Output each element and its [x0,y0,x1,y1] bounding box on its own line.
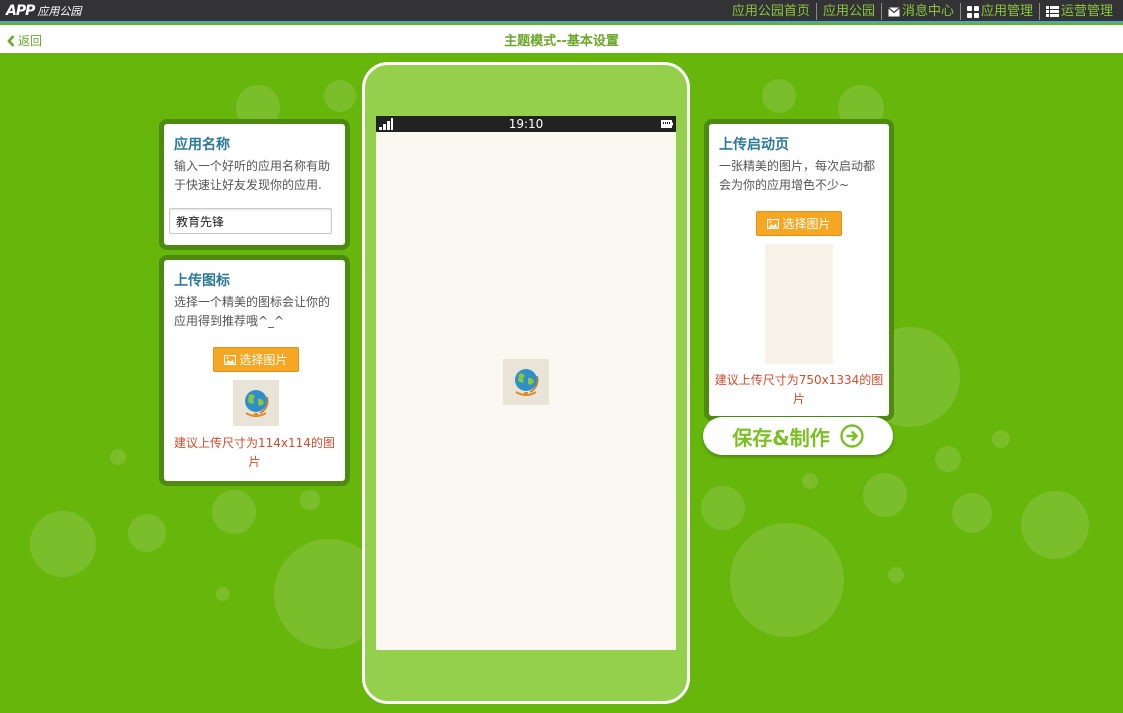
nav-label: 消息中心 [901,4,954,19]
phone-time: 19:10 [508,117,544,131]
top-bar: APP 应用公园 应用公园首页 应用公园 消息中心 应用管理 运营管理 [0,0,1123,23]
app-name-title: 应用名称 [174,137,230,153]
background-bubble [935,446,961,472]
icon-upload-card: 上传图标 选择一个精美的图标会让你的应用得到推荐哦^_^ 选择图片 建议上传尺寸… [159,255,350,486]
nav-message-center[interactable]: 消息中心 [882,3,960,20]
nav-operations-management[interactable]: 运营管理 [1040,3,1119,20]
background-bubble [30,511,96,577]
select-icon-image-label: 选择图片 [239,353,288,367]
icon-upload-title: 上传图标 [174,273,230,289]
app-name-description: 输入一个好听的应用名称有助于快速让好友发现你的应用. [174,159,331,192]
nav-label: 运营管理 [1060,4,1113,19]
phone-status-bar: 19:10 [376,116,676,132]
save-and-build-button[interactable]: 保存&制作 [703,417,893,455]
select-splash-image-label: 选择图片 [782,217,831,231]
sub-header: 返回 主题模式--基本设置 [0,25,1123,53]
nav-app-park-home[interactable]: 应用公园首页 [726,3,816,20]
background-bubble [992,430,1010,448]
background-bubble [952,493,992,533]
nav-app-park[interactable]: 应用公园 [817,3,881,20]
list-icon [1045,6,1059,17]
background-bubble [762,79,796,113]
background-bubble [1021,491,1089,559]
arrow-right-circle-icon [840,424,864,448]
globe-icon [515,369,539,396]
phone-preview: 19:10 [362,62,690,704]
splash-size-hint: 建议上传尺寸为750x1334的图片 [714,373,884,406]
phone-app-icon [503,359,549,405]
envelope-icon [888,6,900,16]
phone-screen: 19:10 [376,116,676,650]
app-icon-preview [233,380,279,426]
background-bubble [730,523,844,637]
image-icon [767,218,780,229]
logo[interactable]: APP 应用公园 [6,2,81,20]
save-and-build-label: 保存&制作 [732,425,830,450]
app-name-card: 应用名称 输入一个好听的应用名称有助于快速让好友发现你的应用. [159,119,350,250]
image-icon [224,354,237,365]
background-bubble [110,449,126,465]
background-bubble [802,473,818,489]
background-bubble [324,80,356,112]
icon-upload-description: 选择一个精美的图标会让你的应用得到推荐哦^_^ [174,295,331,328]
select-icon-image-button[interactable]: 选择图片 [213,347,299,372]
logo-mark: APP [6,3,35,19]
battery-icon [661,120,673,128]
grid-icon [966,5,979,18]
nav-label: 应用公园 [822,4,875,19]
nav-app-management[interactable]: 应用管理 [961,3,1039,20]
background-bubble [888,567,904,583]
globe-icon [245,390,269,417]
background-bubble [216,587,230,601]
select-splash-image-button[interactable]: 选择图片 [756,211,842,236]
background-bubble [300,490,320,510]
icon-size-hint: 建议上传尺寸为114x114的图片 [174,436,335,469]
page-title: 主题模式--基本设置 [504,34,619,49]
logo-text: 应用公园 [37,5,82,18]
splash-upload-title: 上传启动页 [719,137,789,153]
background-bubble [212,490,256,534]
editor-stage: 应用名称 输入一个好听的应用名称有助于快速让好友发现你的应用. 上传图标 选择一… [0,53,1123,713]
splash-preview [765,244,833,364]
splash-upload-description: 一张精美的图片，每次启动都会为你的应用增色不少~ [719,159,876,192]
app-name-input[interactable] [169,208,332,234]
background-bubble [128,514,166,552]
top-nav: 应用公园首页 应用公园 消息中心 应用管理 运营管理 [726,3,1119,20]
nav-label: 应用公园首页 [731,4,810,19]
background-bubble [701,486,745,530]
nav-label: 应用管理 [980,4,1033,19]
background-bubble [863,473,907,517]
splash-upload-card: 上传启动页 一张精美的图片，每次启动都会为你的应用增色不少~ 选择图片 建议上传… [704,119,894,421]
